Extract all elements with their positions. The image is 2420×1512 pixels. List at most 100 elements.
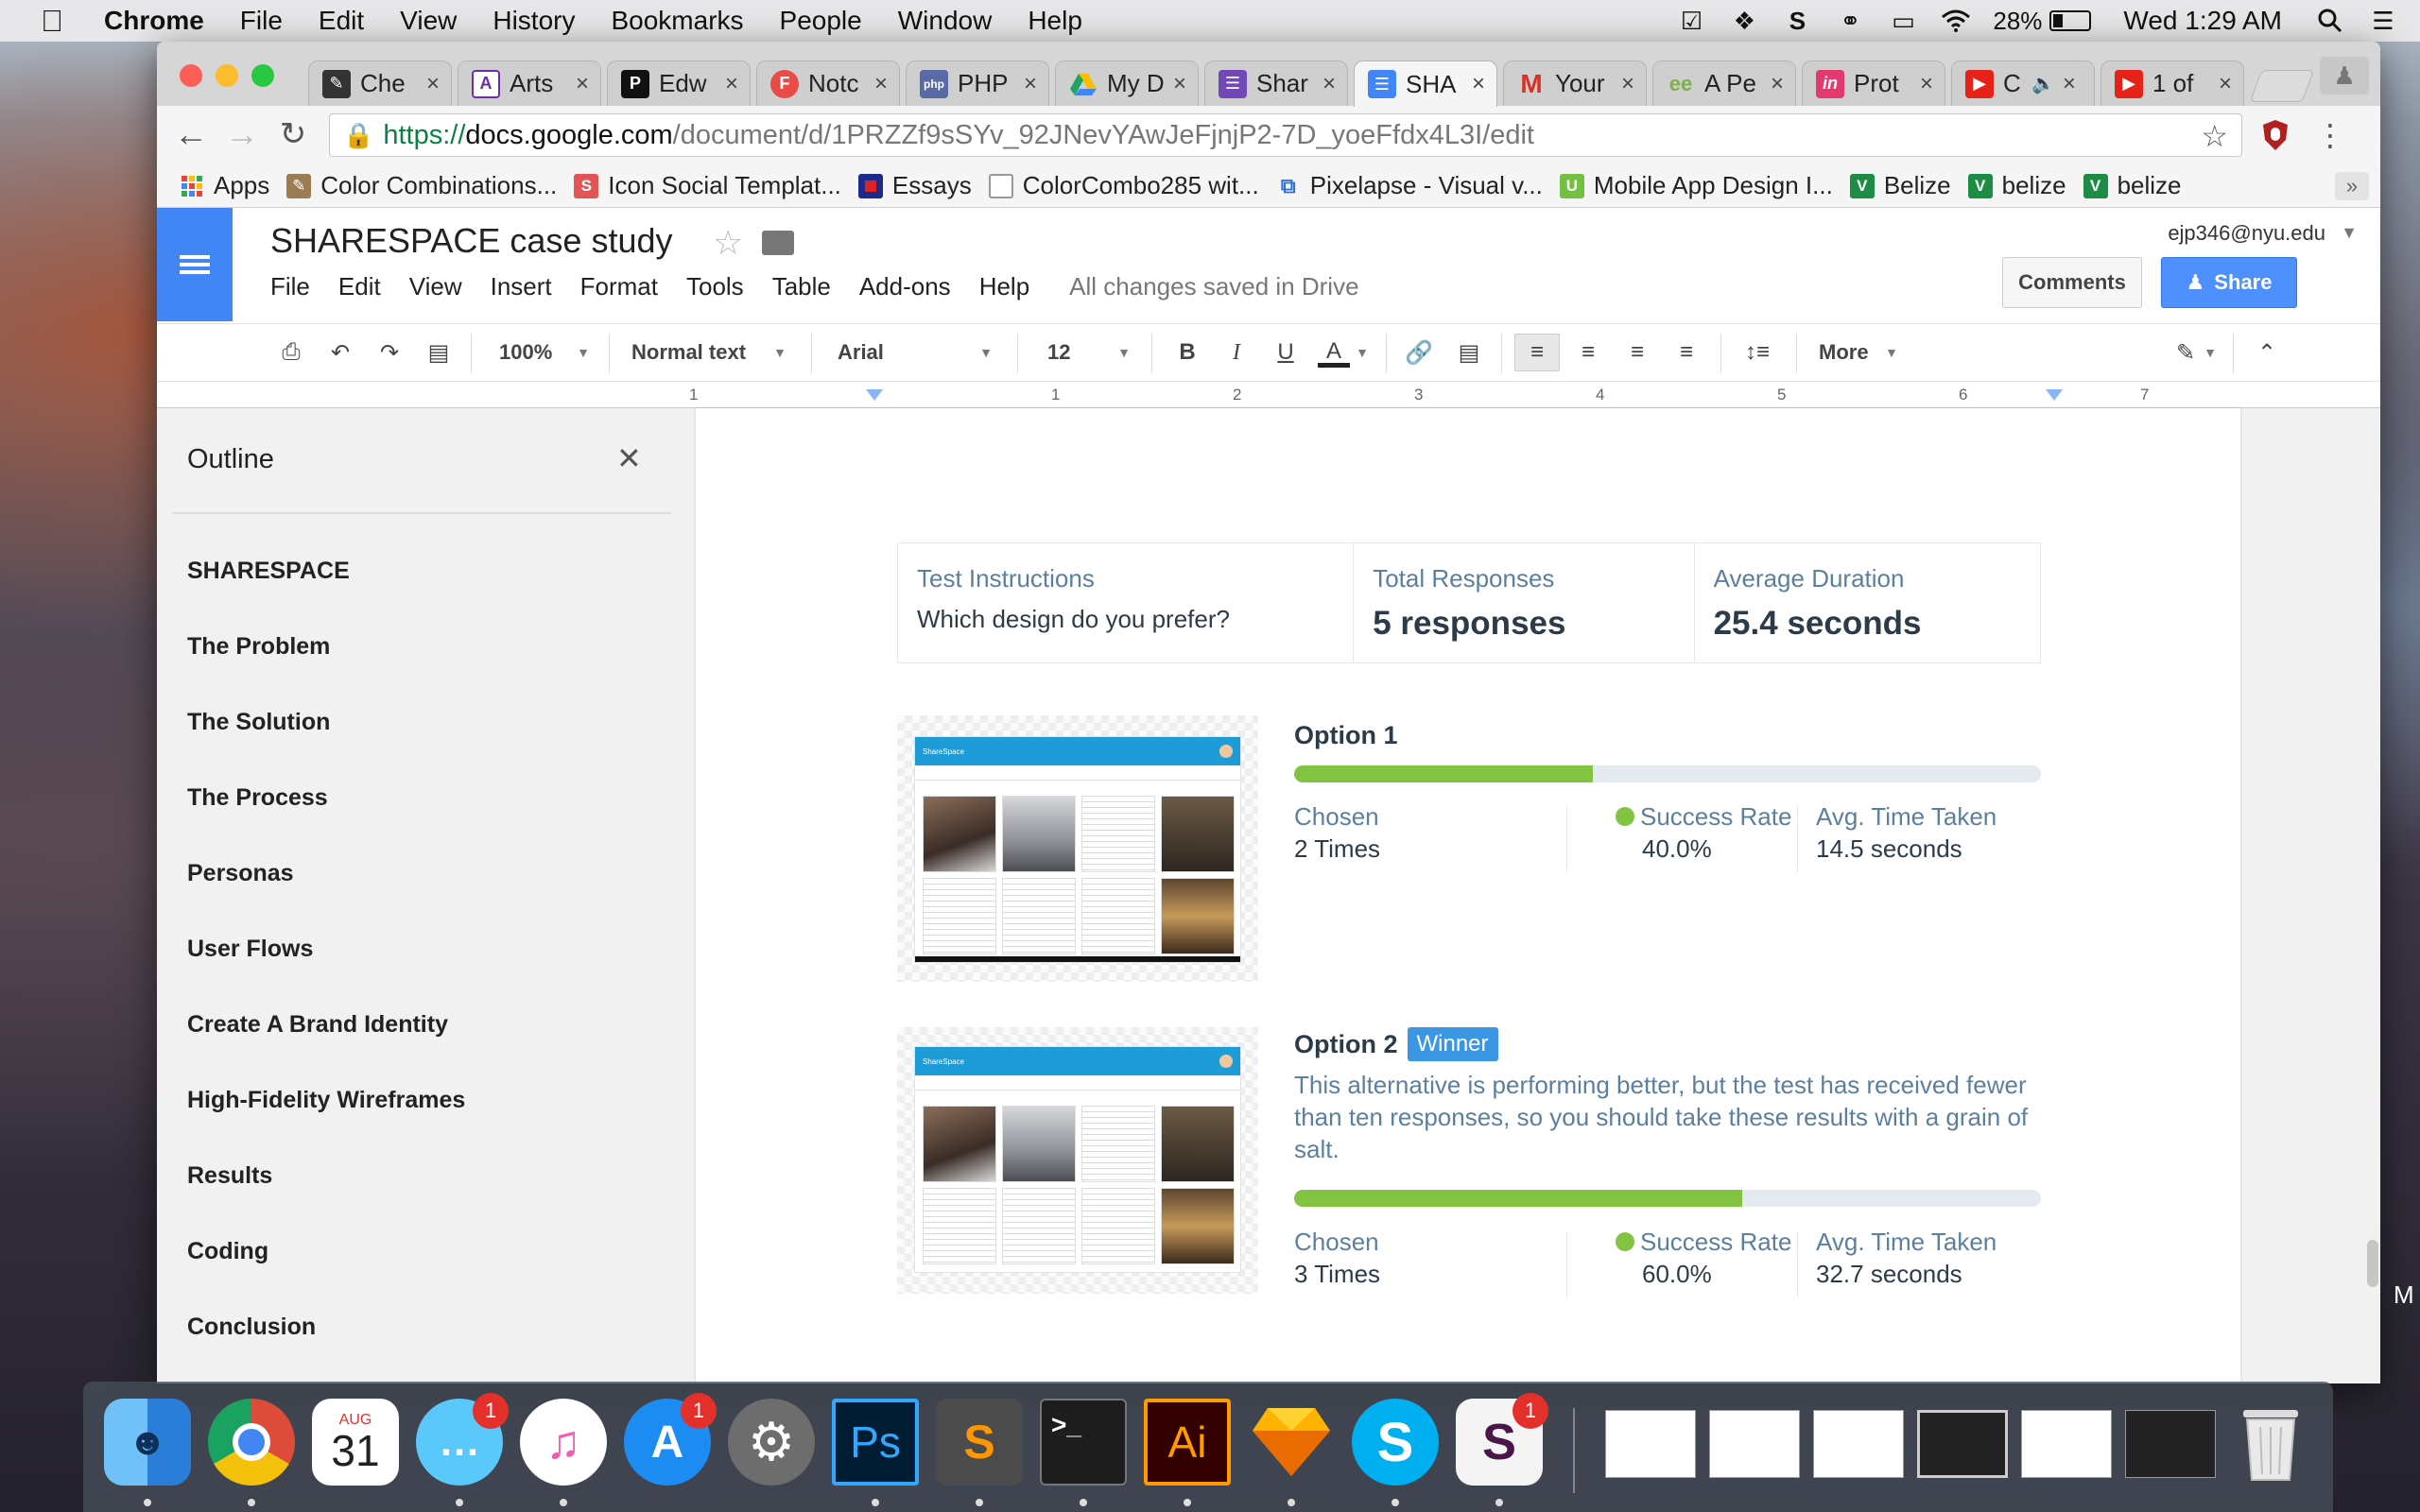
- menu-edit[interactable]: Edit: [319, 6, 364, 36]
- browser-tab[interactable]: ✎ Che ×: [308, 60, 452, 106]
- outline-item[interactable]: Results: [187, 1162, 272, 1190]
- left-indent-marker[interactable]: [866, 389, 883, 401]
- bookmark-item[interactable]: S Icon Social Templat...: [574, 171, 841, 200]
- bold-icon[interactable]: B: [1168, 334, 1206, 371]
- chrome-menu-icon[interactable]: ⋮: [2312, 117, 2348, 153]
- browser-tab[interactable]: My D ×: [1055, 60, 1199, 106]
- minimized-window[interactable]: [2125, 1410, 2216, 1478]
- browser-tab[interactable]: ee A Pe ×: [1652, 60, 1796, 106]
- ublock-extension-icon[interactable]: [2257, 117, 2293, 153]
- browser-tab[interactable]: php PHP ×: [906, 60, 1049, 106]
- close-tab-icon[interactable]: ×: [1024, 71, 1037, 97]
- font-select[interactable]: Arial ▼: [838, 334, 993, 371]
- line-spacing-icon[interactable]: ↕≡: [1732, 334, 1783, 371]
- font-size-select[interactable]: 12 ▼: [1047, 334, 1131, 371]
- browser-tab[interactable]: ▶ C 🔈 ×: [1951, 60, 2095, 106]
- link-icon[interactable]: 🔗: [1397, 334, 1441, 371]
- speaker-icon[interactable]: 🔈: [2031, 72, 2055, 95]
- browser-tab[interactable]: in Prot ×: [1802, 60, 1945, 106]
- menu-app-name[interactable]: Chrome: [104, 6, 204, 36]
- spotlight-search-icon[interactable]: [2314, 8, 2346, 34]
- minimized-window[interactable]: [1813, 1410, 1904, 1478]
- docs-menu-table[interactable]: Table: [772, 272, 831, 301]
- calendar-icon[interactable]: AUG 31: [312, 1399, 399, 1486]
- new-tab-button[interactable]: [2249, 70, 2315, 102]
- browser-tab[interactable]: F Notc ×: [756, 60, 900, 106]
- browser-tab[interactable]: ☰ Shar ×: [1204, 60, 1348, 106]
- check-shield-icon[interactable]: ☑: [1675, 7, 1707, 35]
- close-tab-icon[interactable]: ×: [2219, 71, 2232, 97]
- document-page[interactable]: Test Instructions Which design do you pr…: [696, 408, 2240, 1383]
- menu-view[interactable]: View: [400, 6, 457, 36]
- more-button[interactable]: More ▼: [1819, 334, 1898, 371]
- bookmark-item[interactable]: V Belize: [1849, 171, 1951, 200]
- outline-item[interactable]: User Flows: [187, 936, 313, 963]
- bookmark-item[interactable]: Vbelize: [2083, 171, 2182, 200]
- outline-item[interactable]: High-Fidelity Wireframes: [187, 1087, 465, 1114]
- close-tab-icon[interactable]: ×: [1173, 71, 1186, 97]
- close-icon[interactable]: ✕: [616, 440, 642, 476]
- system-preferences-icon[interactable]: ⚙: [728, 1399, 815, 1486]
- reload-icon[interactable]: ↻: [274, 115, 312, 153]
- menu-file[interactable]: File: [240, 6, 283, 36]
- profile-icon[interactable]: ♟: [2320, 57, 2369, 94]
- illustrator-icon[interactable]: Ai: [1144, 1399, 1231, 1486]
- outline-item[interactable]: Conclusion: [187, 1314, 316, 1341]
- zoom-select[interactable]: 100% ▼: [499, 334, 590, 371]
- close-tab-icon[interactable]: ×: [576, 71, 589, 97]
- align-center-icon[interactable]: ≡: [1565, 334, 1611, 371]
- comments-button[interactable]: Comments: [2002, 257, 2142, 308]
- minimized-window[interactable]: [1917, 1410, 2008, 1478]
- trash-icon[interactable]: [2227, 1399, 2314, 1486]
- close-tab-icon[interactable]: ×: [2063, 71, 2076, 97]
- minimized-window[interactable]: [2021, 1410, 2112, 1478]
- undo-icon[interactable]: ↶: [321, 334, 359, 371]
- close-tab-icon[interactable]: ×: [426, 71, 440, 97]
- save-status[interactable]: All changes saved in Drive: [1069, 272, 1358, 301]
- dropbox-icon[interactable]: ❖: [1728, 7, 1760, 35]
- folder-icon[interactable]: [762, 231, 794, 255]
- underline-icon[interactable]: U: [1267, 334, 1305, 371]
- finder-icon[interactable]: ☻: [104, 1399, 191, 1486]
- close-tab-icon[interactable]: ×: [725, 71, 738, 97]
- docs-home-icon[interactable]: [157, 208, 233, 321]
- docs-menu-help[interactable]: Help: [979, 272, 1029, 301]
- outline-item[interactable]: The Solution: [187, 709, 330, 736]
- account-email[interactable]: ejp346@nyu.edu: [2168, 221, 2325, 246]
- outline-item[interactable]: Personas: [187, 860, 294, 887]
- battery-status[interactable]: 28%: [1993, 7, 2092, 36]
- terminal-icon[interactable]: >_: [1040, 1399, 1127, 1486]
- creative-cloud-icon[interactable]: ⚭: [1834, 7, 1866, 35]
- wifi-icon[interactable]: [1940, 8, 1972, 34]
- outline-item[interactable]: SHARESPACE: [187, 558, 350, 585]
- close-tab-icon[interactable]: ×: [1322, 71, 1336, 97]
- bookmark-item[interactable]: U Mobile App Design I...: [1559, 171, 1833, 200]
- pencil-icon[interactable]: ✎: [2167, 334, 2204, 371]
- browser-tab-active[interactable]: ☰ SHA ×: [1354, 60, 1497, 107]
- skype-icon[interactable]: S: [1352, 1399, 1439, 1486]
- zoom-window-button[interactable]: [251, 64, 274, 87]
- chevron-down-icon[interactable]: ▼: [2201, 334, 2220, 371]
- menu-clock[interactable]: Wed 1:29 AM: [2123, 6, 2282, 36]
- bookmark-apps[interactable]: Apps: [180, 171, 269, 200]
- photoshop-icon[interactable]: Ps: [832, 1399, 919, 1486]
- right-indent-marker[interactable]: [2046, 389, 2063, 401]
- itunes-icon[interactable]: ♫: [520, 1399, 607, 1486]
- share-button[interactable]: ♟ Share: [2161, 257, 2297, 308]
- browser-tab[interactable]: P Edw ×: [607, 60, 751, 106]
- outline-item[interactable]: Coding: [187, 1238, 268, 1265]
- bookmark-item[interactable]: Essays: [857, 171, 972, 200]
- bookmarks-overflow-button[interactable]: »: [2335, 172, 2369, 200]
- sublime-icon[interactable]: S: [936, 1399, 1023, 1486]
- text-color-icon[interactable]: A: [1312, 334, 1356, 371]
- align-justify-icon[interactable]: ≡: [1664, 334, 1709, 371]
- paint-format-icon[interactable]: ▤: [420, 334, 458, 371]
- close-window-button[interactable]: [180, 64, 202, 87]
- outline-item[interactable]: Create A Brand Identity: [187, 1011, 448, 1039]
- docs-menu-file[interactable]: File: [270, 272, 310, 301]
- browser-tab[interactable]: A Arts ×: [458, 60, 601, 106]
- align-right-icon[interactable]: ≡: [1615, 334, 1660, 371]
- vertical-scrollbar[interactable]: [2365, 408, 2380, 1383]
- address-bar[interactable]: 🔒 https://docs.google.com/document/d/1PR…: [329, 113, 2242, 157]
- redo-icon[interactable]: ↷: [371, 334, 408, 371]
